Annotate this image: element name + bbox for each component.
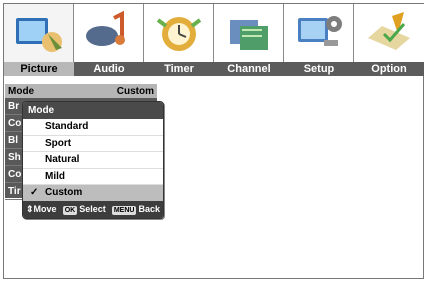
tab-option[interactable]: Option (354, 4, 424, 76)
select-hint: OK Select (62, 204, 106, 215)
check-icon: ✓ (30, 187, 39, 198)
tab-timer[interactable]: Timer (144, 4, 214, 76)
option-label: Mild (45, 170, 65, 182)
tab-label: Timer (144, 62, 214, 76)
option-mild[interactable]: Mild (23, 169, 163, 185)
tab-setup[interactable]: Setup (284, 4, 354, 76)
timer-icon (156, 17, 202, 51)
move-hint: ⇕Move (26, 204, 57, 215)
option-label: Natural (45, 154, 80, 165)
setup-icon (298, 16, 342, 46)
tab-label: Audio (74, 62, 144, 76)
mode-value: Custom (116, 85, 154, 97)
option-standard[interactable]: Standard (23, 119, 163, 136)
mode-popup: Mode Standard Sport Natural Mild ✓ Custo… (22, 101, 164, 219)
popup-title: Mode (23, 102, 163, 119)
mode-setting-row[interactable]: Mode Custom (5, 84, 157, 98)
option-sport[interactable]: Sport (23, 136, 163, 152)
tab-picture[interactable]: Picture (4, 4, 74, 76)
ok-key-icon: OK (62, 206, 78, 215)
mode-label: Mode (8, 85, 35, 97)
channel-icon (230, 20, 268, 50)
tab-label: Channel (214, 62, 284, 76)
tab-label: Option (354, 62, 424, 76)
option-label: Standard (45, 121, 89, 132)
move-label: Move (33, 204, 57, 214)
updown-arrow-icon: ⇕ (26, 204, 34, 214)
menu-tab-bar: Picture Audio Timer Channel Setup Option (4, 4, 424, 76)
audio-icon (86, 10, 125, 46)
option-label: Custom (45, 187, 83, 198)
menu-key-icon: MENU (111, 206, 137, 215)
option-natural[interactable]: Natural (23, 152, 163, 169)
option-icon (368, 12, 410, 50)
option-label: Sport (45, 137, 72, 149)
picture-icon (16, 18, 62, 52)
back-label: Back (138, 204, 160, 214)
option-custom[interactable]: ✓ Custom (23, 185, 163, 202)
popup-footer: ⇕Move OK Select MENU Back (23, 201, 163, 218)
tab-label: Setup (284, 62, 354, 76)
tab-audio[interactable]: Audio (74, 4, 144, 76)
select-label: Select (79, 204, 106, 214)
tab-channel[interactable]: Channel (214, 4, 284, 76)
tab-label: Picture (4, 62, 74, 76)
back-hint: MENU Back (111, 204, 160, 215)
